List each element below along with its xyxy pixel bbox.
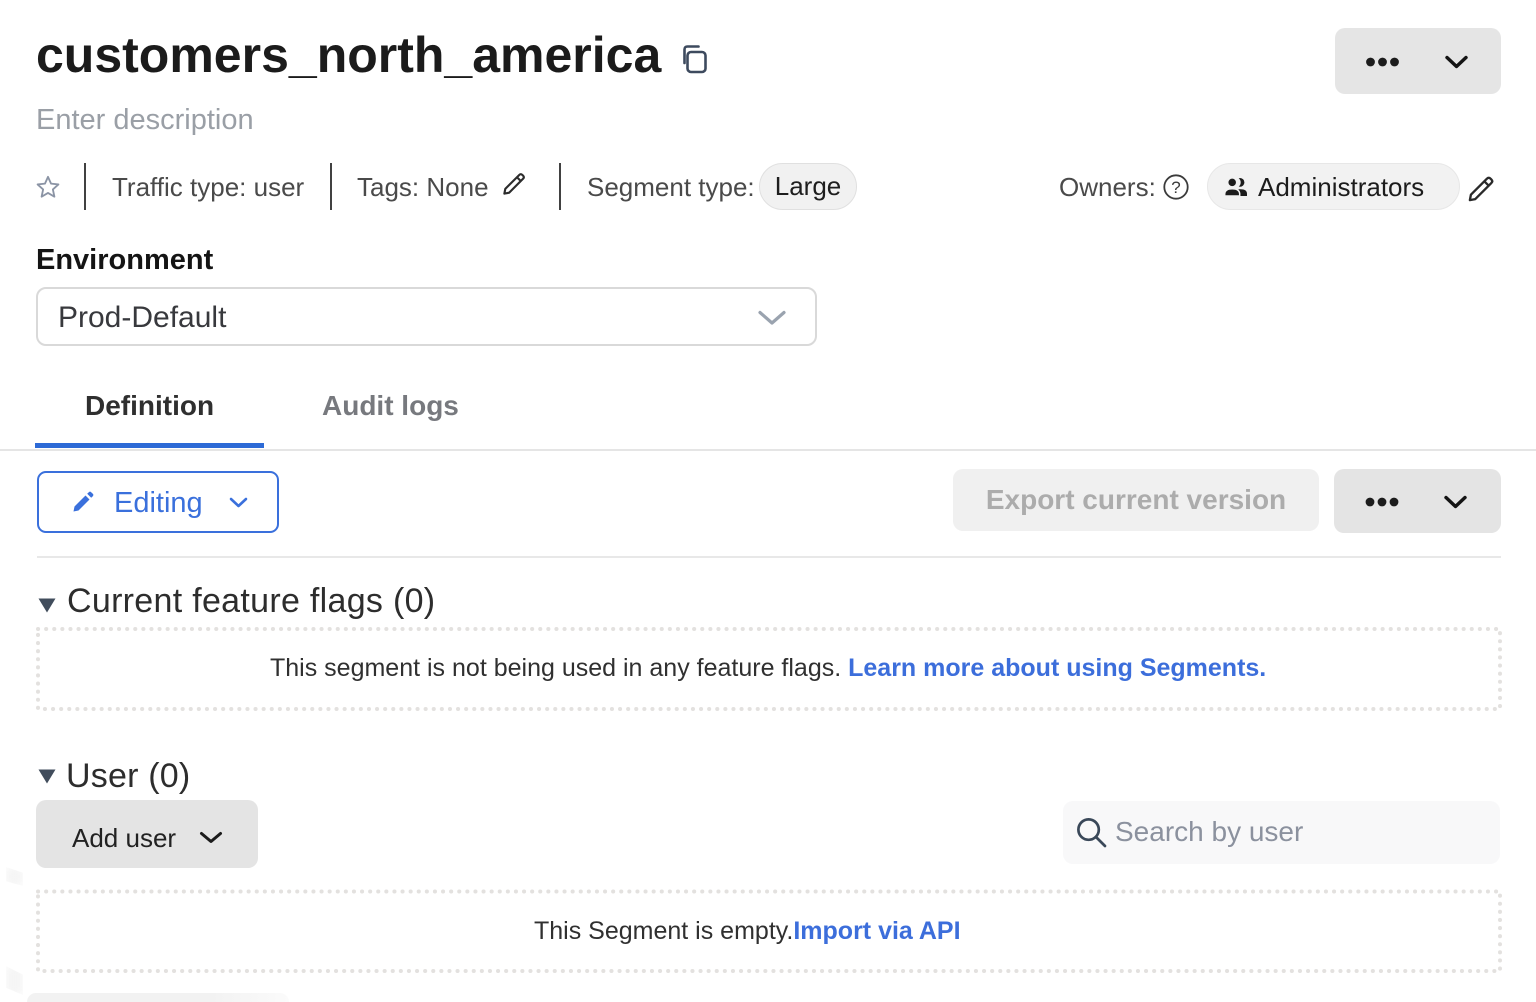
svg-text:?: ?	[1171, 178, 1180, 197]
